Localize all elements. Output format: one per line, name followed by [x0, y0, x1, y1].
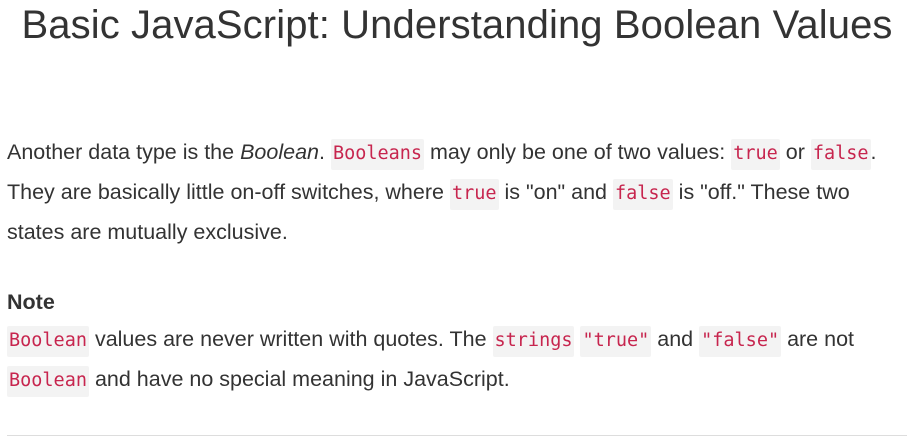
note-text: are not: [781, 327, 855, 351]
description-text: is "on" and: [498, 180, 613, 204]
inline-code-false: false: [810, 139, 871, 170]
challenge-description-page: Basic JavaScript: Understanding Boolean …: [0, 0, 910, 445]
inline-code-true: true: [731, 139, 780, 170]
emphasis-boolean: Boolean: [240, 140, 319, 164]
note-text: values are never written with quotes. Th…: [88, 327, 493, 351]
inline-code-false: false: [612, 179, 673, 210]
inline-code-string-false: "false": [699, 326, 782, 357]
description-text: may only be one of two values:: [424, 140, 732, 164]
note-paragraph: Boolean values are never written with qu…: [7, 320, 907, 400]
description-text: Another data type is the: [7, 140, 241, 164]
inline-code-true: true: [449, 179, 499, 210]
inline-code-boolean: Boolean: [7, 366, 89, 397]
note-text: and have no special meaning in JavaScrip…: [88, 367, 510, 391]
note-heading: Note: [7, 290, 55, 314]
inline-code-booleans: Booleans: [330, 139, 425, 170]
section-divider: [7, 435, 907, 436]
page-title: Basic JavaScript: Understanding Boolean …: [21, 3, 893, 47]
description-paragraph: Another data type is the Boolean. Boolea…: [7, 133, 907, 251]
inline-code-strings: strings: [492, 326, 575, 357]
inline-code-boolean: Boolean: [7, 326, 89, 357]
note-text: and: [651, 327, 700, 351]
inline-code-string-true: "true": [580, 326, 652, 357]
description-text: .: [318, 140, 331, 164]
description-text: or: [779, 140, 811, 164]
